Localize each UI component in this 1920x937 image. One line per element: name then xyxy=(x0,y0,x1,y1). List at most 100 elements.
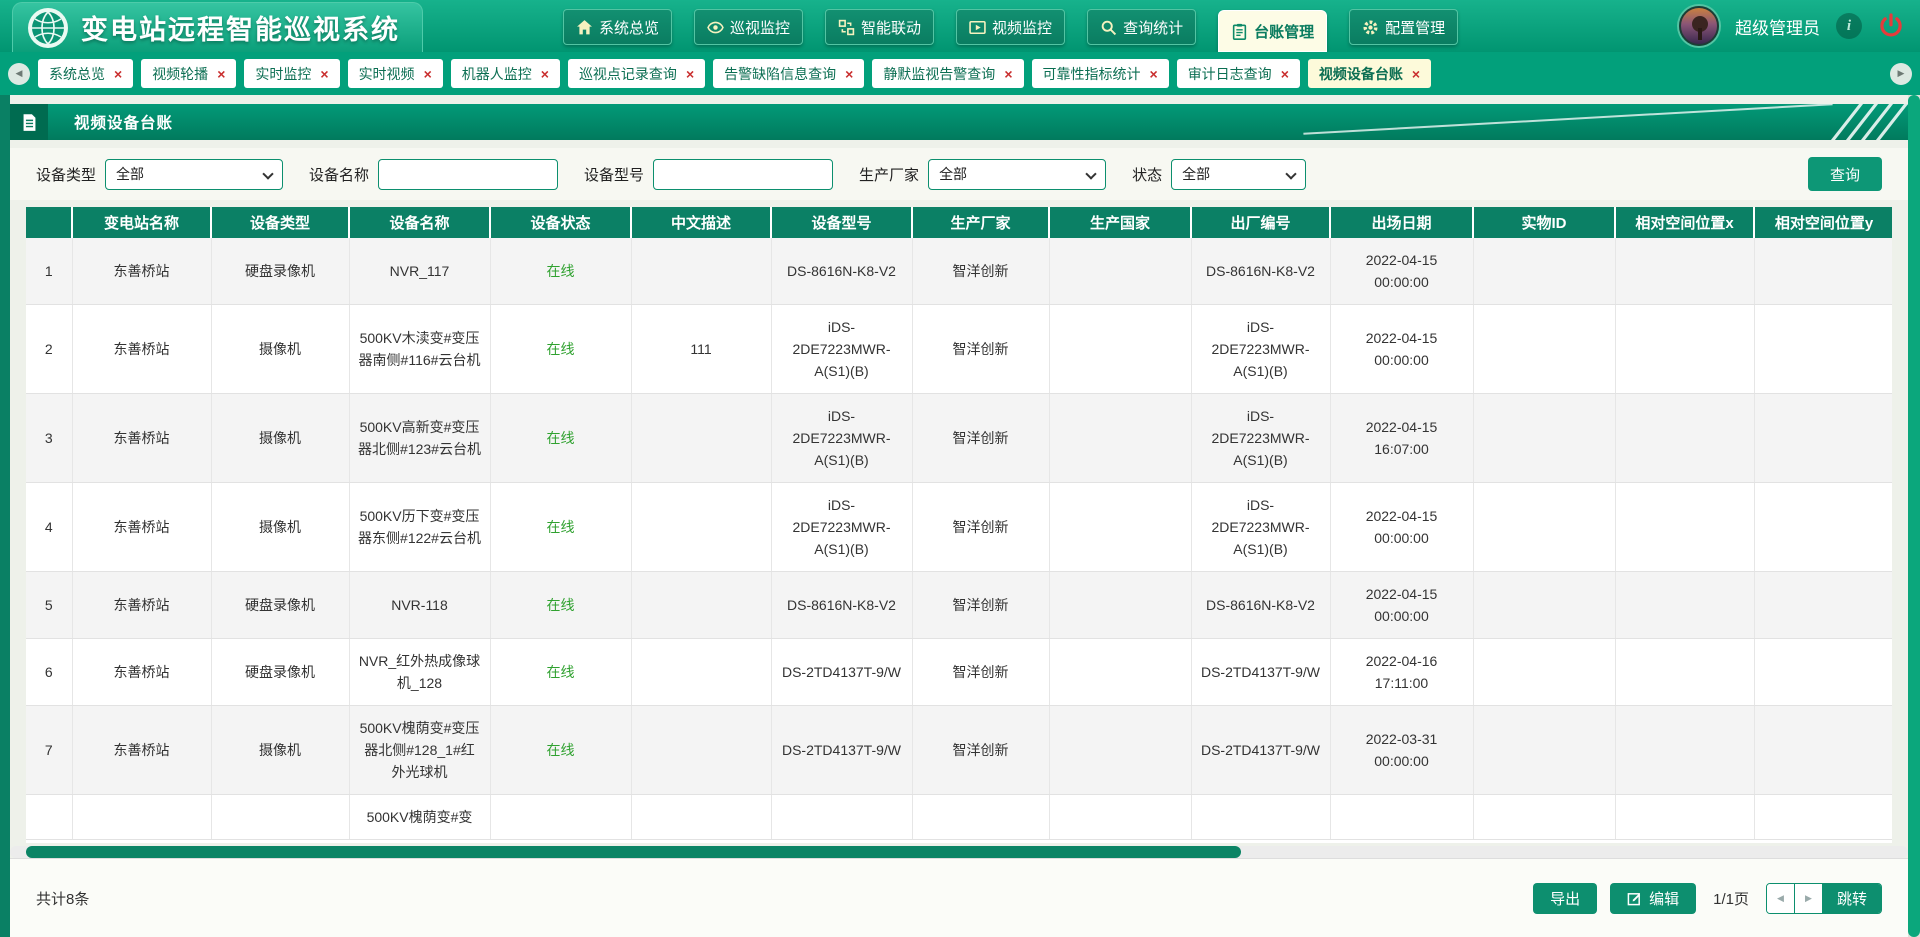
close-icon[interactable]: × xyxy=(1150,66,1158,82)
tab-scroll-left-button[interactable]: ◀ xyxy=(8,63,30,85)
nav-item-query[interactable]: 查询统计 xyxy=(1087,9,1196,45)
power-logout-icon[interactable] xyxy=(1878,13,1904,39)
status-cell: 在线 xyxy=(490,572,631,639)
column-header: 出场日期 xyxy=(1330,207,1473,238)
eye-icon xyxy=(707,19,724,36)
nav-item-ledger[interactable]: 台账管理 xyxy=(1218,10,1327,52)
table-cell xyxy=(631,483,771,572)
close-icon[interactable]: × xyxy=(1412,66,1420,82)
table-cell xyxy=(1049,795,1191,840)
tab-0[interactable]: 系统总览× xyxy=(38,59,133,88)
tab-9[interactable]: 审计日志查询× xyxy=(1177,59,1300,88)
close-icon[interactable]: × xyxy=(541,66,549,82)
table-cell xyxy=(1754,572,1892,639)
video-icon xyxy=(969,19,986,36)
column-header: 相对空间位置y xyxy=(1754,207,1892,238)
close-icon[interactable]: × xyxy=(845,66,853,82)
tab-4[interactable]: 机器人监控 × xyxy=(451,59,560,88)
link-icon xyxy=(838,19,855,36)
prev-page-button[interactable]: ◀ xyxy=(1767,884,1795,913)
table-cell: iDS-2DE7223MWR-A(S1)(B) xyxy=(771,483,912,572)
close-icon[interactable]: × xyxy=(217,66,225,82)
nav-item-label: 配置管理 xyxy=(1385,17,1445,38)
vertical-scrollbar-thumb[interactable] xyxy=(1908,95,1920,937)
info-icon[interactable]: i xyxy=(1836,13,1862,39)
device-type-select[interactable]: 全部 xyxy=(105,159,283,190)
table-cell: 摄像机 xyxy=(211,706,349,795)
close-icon[interactable]: × xyxy=(424,66,432,82)
table-cell xyxy=(1615,483,1754,572)
table-cell: 500KV槐荫变#变压器北侧#128_1#红外光球机 xyxy=(349,706,490,795)
table-row[interactable]: 7东善桥站摄像机500KV槐荫变#变压器北侧#128_1#红外光球机在线DS-2… xyxy=(26,706,1892,795)
tab-label: 机器人监控 xyxy=(462,64,532,84)
table-cell: 东善桥站 xyxy=(72,706,211,795)
tab-8[interactable]: 可靠性指标统计× xyxy=(1032,59,1169,88)
column-header: 相对空间位置x xyxy=(1615,207,1754,238)
manufacturer-label: 生产厂家 xyxy=(859,164,919,185)
nav-item-linkage[interactable]: 智能联动 xyxy=(825,9,934,45)
tab-1[interactable]: 视频轮播× xyxy=(141,59,236,88)
table-cell xyxy=(1754,238,1892,305)
close-icon[interactable]: × xyxy=(686,66,694,82)
device-name-input[interactable] xyxy=(378,159,558,190)
table-row[interactable]: 500KV槐荫变#变 xyxy=(26,795,1892,840)
table-cell: NVR_117 xyxy=(349,238,490,305)
nav-item-patrol[interactable]: 巡视监控 xyxy=(694,9,803,45)
device-model-label: 设备型号 xyxy=(584,164,644,185)
chevron-down-icon xyxy=(262,168,273,179)
manufacturer-select[interactable]: 全部 xyxy=(928,159,1106,190)
device-model-input[interactable] xyxy=(653,159,833,190)
footer-actions: 导出 编辑 1/1页 ◀ ▶ 跳转 xyxy=(1533,883,1882,914)
table-cell xyxy=(211,795,349,840)
status-select[interactable]: 全部 xyxy=(1171,159,1306,190)
table-cell: 3 xyxy=(26,394,72,483)
nav-item-label: 系统总览 xyxy=(599,17,659,38)
tab-7[interactable]: 静默监视告警查询× xyxy=(872,59,1023,88)
nav-item-config[interactable]: 配置管理 xyxy=(1349,9,1458,45)
table-row[interactable]: 3东善桥站摄像机500KV高新变#变压器北侧#123#云台机在线iDS-2DE7… xyxy=(26,394,1892,483)
nav-item-overview[interactable]: 系统总览 xyxy=(563,9,672,45)
edit-button[interactable]: 编辑 xyxy=(1610,883,1696,914)
page-footer: 共计8条 导出 编辑 1/1页 ◀ ▶ 跳转 xyxy=(10,858,1908,937)
tab-6[interactable]: 告警缺陷信息查询× xyxy=(713,59,864,88)
tab-label: 视频设备台账 xyxy=(1319,64,1403,84)
close-icon[interactable]: × xyxy=(1281,66,1289,82)
vertical-scrollbar[interactable] xyxy=(1908,95,1920,937)
table-cell: 1 xyxy=(26,238,72,305)
table-row[interactable]: 4东善桥站摄像机500KV历下变#变压器东侧#122#云台机在线iDS-2DE7… xyxy=(26,483,1892,572)
close-icon[interactable]: × xyxy=(320,66,328,82)
manufacturer-value: 全部 xyxy=(939,164,967,184)
jump-button[interactable]: 跳转 xyxy=(1823,884,1881,913)
table-row[interactable]: 5东善桥站硬盘录像机NVR-118在线DS-8616N-K8-V2智洋创新DS-… xyxy=(26,572,1892,639)
nav-item-video[interactable]: 视频监控 xyxy=(956,9,1065,45)
table-cell xyxy=(1049,394,1191,483)
table-cell: 东善桥站 xyxy=(72,305,211,394)
table-row[interactable]: 2东善桥站摄像机500KV木渎变#变压器南侧#116#云台机在线111iDS-2… xyxy=(26,305,1892,394)
close-icon[interactable]: × xyxy=(1004,66,1012,82)
table-row[interactable]: 1东善桥站硬盘录像机NVR_117在线DS-8616N-K8-V2智洋创新DS-… xyxy=(26,238,1892,305)
table-row[interactable]: 6东善桥站硬盘录像机NVR_红外热成像球机_128在线DS-2TD4137T-9… xyxy=(26,639,1892,706)
table-cell xyxy=(771,795,912,840)
table-cell xyxy=(631,238,771,305)
status-cell: 在线 xyxy=(490,639,631,706)
table-cell: 硬盘录像机 xyxy=(211,639,349,706)
next-page-button[interactable]: ▶ xyxy=(1795,884,1823,913)
column-header: 出厂编号 xyxy=(1191,207,1330,238)
table-cell: 2022-04-15 00:00:00 xyxy=(1330,238,1473,305)
horizontal-scrollbar[interactable] xyxy=(10,846,1908,858)
table-cell: 500KV木渎变#变压器南侧#116#云台机 xyxy=(349,305,490,394)
close-icon[interactable]: × xyxy=(114,66,122,82)
table-cell: 2022-04-16 17:11:00 xyxy=(1330,639,1473,706)
table-cell: 智洋创新 xyxy=(912,639,1049,706)
search-button[interactable]: 查询 xyxy=(1808,157,1882,191)
tab-2[interactable]: 实时监控× xyxy=(244,59,339,88)
tab-3[interactable]: 实时视频× xyxy=(348,59,443,88)
horizontal-scrollbar-thumb[interactable] xyxy=(26,846,1241,858)
tab-5[interactable]: 巡视点记录查询× xyxy=(568,59,705,88)
page-title-bar: 视频设备台账 xyxy=(10,104,1908,140)
table-cell xyxy=(26,795,72,840)
export-button[interactable]: 导出 xyxy=(1533,883,1597,914)
document-icon xyxy=(10,104,48,140)
tab-10[interactable]: 视频设备台账 × xyxy=(1308,59,1431,88)
tab-scroll-right-button[interactable]: ▶ xyxy=(1890,63,1912,85)
